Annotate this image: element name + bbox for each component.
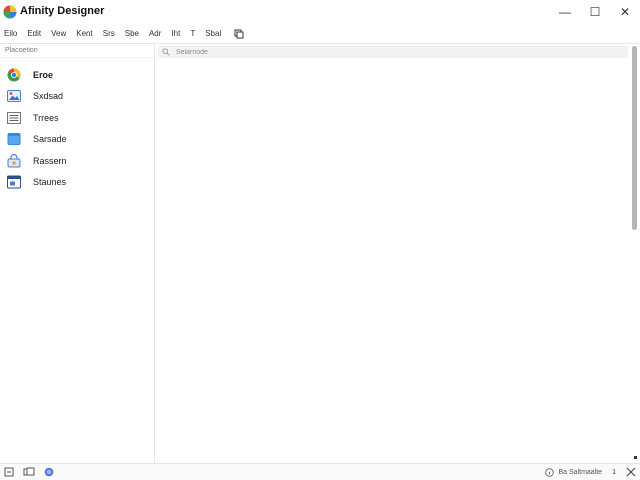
menu-item-7[interactable]: Iht: [171, 24, 180, 44]
app-logo-icon: [3, 5, 17, 19]
sidebar-item-4[interactable]: Rassern: [0, 150, 154, 172]
minimize-button[interactable]: —: [550, 0, 580, 24]
sidebar-item-label: Sarsade: [33, 134, 67, 145]
status-left: [0, 466, 63, 478]
menu-item-1[interactable]: Edit: [27, 24, 41, 44]
maximize-button[interactable]: ☐: [580, 0, 610, 24]
globe-icon[interactable]: [43, 466, 55, 478]
search-bar[interactable]: [158, 46, 628, 58]
chrome-icon: [7, 68, 21, 82]
new-file-icon[interactable]: [3, 466, 15, 478]
menu-item-8[interactable]: T: [190, 24, 195, 44]
app-window: Afinity Designer — ☐ ✕ Eilo Edit Vew Ken…: [0, 0, 640, 480]
search-input[interactable]: [176, 48, 376, 56]
sidebar-header: Placoetion: [0, 44, 154, 58]
sidebar-list: Eroe Sxdsad Trrees Sarsade Rassern Staun…: [0, 58, 154, 193]
copy-menu-icon[interactable]: [233, 28, 245, 40]
sidebar-item-2[interactable]: Trrees: [0, 107, 154, 129]
close-button[interactable]: ✕: [610, 0, 640, 24]
scrollbar-thumb[interactable]: [632, 46, 637, 230]
status-right: Ba Saltmaalte 1: [544, 464, 637, 480]
app-title: Afinity Designer: [20, 5, 105, 17]
title-bar: Afinity Designer — ☐ ✕: [0, 0, 640, 24]
menu-item-5[interactable]: Sbe: [125, 24, 139, 44]
sidebar-item-label: Eroe: [33, 69, 54, 80]
page-number: 1: [612, 468, 616, 476]
menu-item-4[interactable]: Srs: [103, 24, 115, 44]
menu-item-2[interactable]: Vew: [51, 24, 66, 44]
sidebar-item-label: Sxdsad: [33, 91, 64, 102]
sidebar-item-1[interactable]: Sxdsad: [0, 86, 154, 108]
copy-icon[interactable]: [23, 466, 35, 478]
window-controls: — ☐ ✕: [550, 0, 640, 24]
sidebar-item-5[interactable]: Staunes: [0, 172, 154, 194]
lock-icon: [7, 153, 21, 168]
sidebar-item-3[interactable]: Sarsade: [0, 129, 154, 151]
sidebar: Placoetion Eroe Sxdsad Trrees Sarsade Ra…: [0, 44, 155, 463]
status-bar: Ba Saltmaalte 1: [0, 463, 640, 480]
sidebar-item-label: Trrees: [33, 112, 59, 123]
status-text: Ba Saltmaalte: [558, 468, 603, 476]
menu-bar: Eilo Edit Vew Kent Srs Sbe Adr Iht T Sba…: [0, 24, 640, 44]
vertical-scrollbar[interactable]: [630, 44, 640, 463]
search-icon: [162, 48, 170, 56]
window-icon: [7, 175, 21, 189]
menu-item-6[interactable]: Adr: [149, 24, 161, 44]
image-icon: [7, 90, 21, 103]
folder-icon: [7, 133, 21, 146]
info-icon: [544, 467, 554, 477]
sidebar-item-0[interactable]: Eroe: [0, 64, 154, 86]
main-content: [156, 44, 630, 463]
sidebar-item-label: Staunes: [33, 177, 67, 188]
sidebar-item-label: Rassern: [33, 155, 67, 166]
resize-grip-icon[interactable]: [634, 456, 637, 459]
list-icon: [7, 111, 21, 124]
menu-item-3[interactable]: Kent: [76, 24, 92, 44]
menu-item-9[interactable]: Sbal: [205, 24, 221, 44]
resize-icon[interactable]: [626, 467, 636, 477]
menu-item-0[interactable]: Eilo: [4, 24, 17, 44]
